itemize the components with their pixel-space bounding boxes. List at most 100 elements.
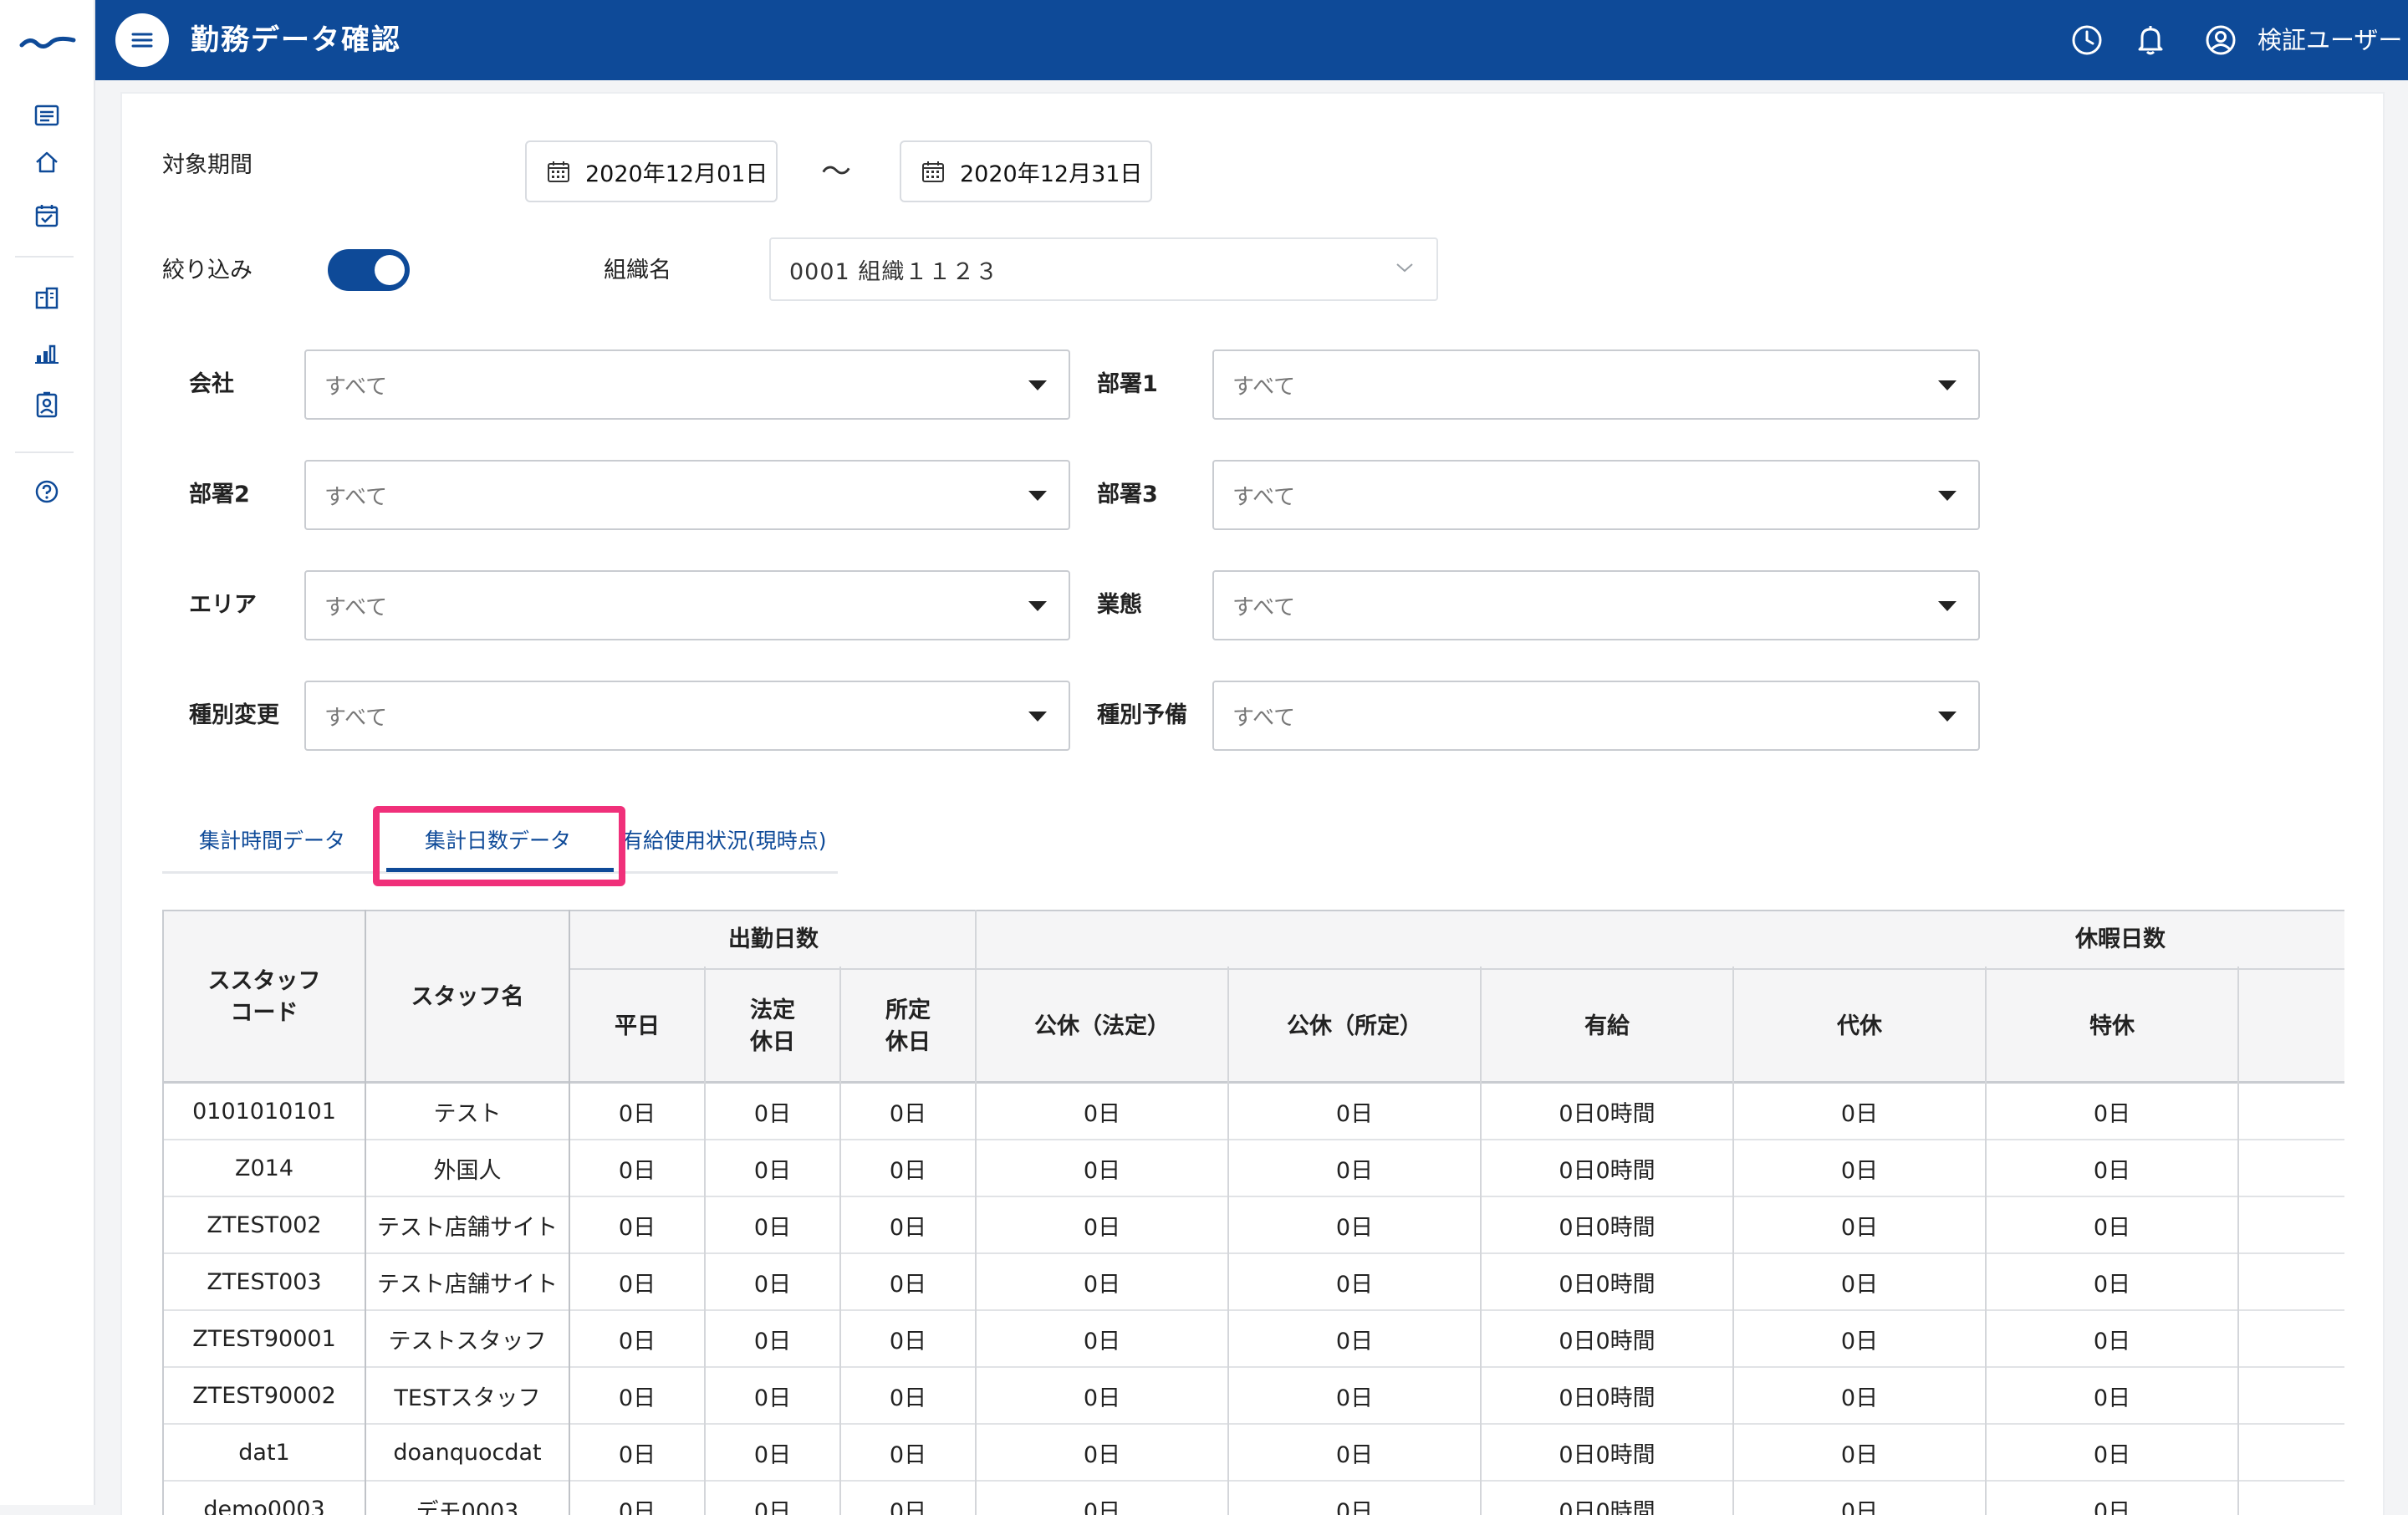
table-header: ススタッフ コード スタッフ名 出勤日数 休暇日数 平日 法定 休日 所定 休日… (164, 910, 2344, 1084)
table-row[interactable]: ZTEST90002 TESTスタッフ 0日 0日 0日 0日 0日 0日0時間 0日 0日 (164, 1368, 2344, 1425)
cell-legal: 0日 (753, 1100, 792, 1127)
cell-pub-legal: 0日 (1083, 1214, 1121, 1241)
narrow-toggle[interactable] (328, 249, 410, 291)
home-icon[interactable] (30, 145, 64, 179)
cell-code: ZTEST90002 (192, 1382, 336, 1409)
business-select[interactable]: すべて (1212, 570, 1980, 640)
col-divider (704, 967, 706, 1515)
cell-pub-legal: 0日 (1083, 1498, 1121, 1515)
user-name[interactable]: 検証ユーザー (2258, 23, 2402, 57)
table-row[interactable]: ZTEST002 テスト店舗サイト 0日 0日 0日 0日 0日 0日0時間 0日 0日 (164, 1197, 2344, 1254)
type-change-select-value: すべて (324, 705, 388, 731)
cell-sub: 0日 (1840, 1385, 1879, 1411)
cell-paid: 0日0時間 (1559, 1100, 1656, 1127)
table-row[interactable]: dat1 doanquocdat 0日 0日 0日 0日 0日 0日0時間 0日 0日 (164, 1425, 2344, 1482)
table-row[interactable]: ZTEST90001 テストスタッフ 0日 0日 0日 0日 0日 0日0時間 0日 0日 (164, 1311, 2344, 1368)
page-title: 勤務データ確認 (191, 23, 401, 57)
table-row[interactable]: 0101010101 テスト 0日 0日 0日 0日 0日 0日0時間 0日 0日 (164, 1084, 2344, 1140)
col-divider (365, 910, 366, 1515)
date-from-picker[interactable]: 2020年12月01日 (525, 140, 778, 202)
bell-icon[interactable] (2132, 22, 2169, 59)
cell-weekday: 0日 (618, 1214, 656, 1241)
dept3-select[interactable]: すべて (1212, 460, 1980, 530)
header-scheduled-holiday: 所定 休日 (885, 997, 931, 1055)
cell-paid: 0日0時間 (1559, 1441, 1656, 1468)
cell-code: demo0003 (203, 1496, 325, 1515)
calendar-check-icon[interactable] (30, 199, 64, 232)
header-substitute: 代休 (1837, 1013, 1882, 1039)
main-panel: 対象期間 2020年12月01日 〜 2020年12月31日 絞り込み 組織名 … (122, 94, 2383, 1515)
cell-scheduled: 0日 (889, 1328, 927, 1354)
cell-weekday: 0日 (618, 1157, 656, 1184)
dept1-select[interactable]: すべて (1212, 349, 1980, 420)
caret-down-icon (1028, 491, 1047, 501)
bar-chart-icon[interactable] (30, 336, 64, 370)
table-row[interactable]: ZTEST003 テスト店舗サイト 0日 0日 0日 0日 0日 0日0時間 0日 0日 (164, 1254, 2344, 1311)
chevron-down-icon (1396, 263, 1413, 273)
area-select-value: すべて (324, 594, 388, 620)
area-select[interactable]: すべて (304, 570, 1070, 640)
clock-icon[interactable] (2069, 22, 2105, 59)
rail-divider (15, 451, 74, 453)
area-label: エリア (189, 592, 257, 618)
type-change-label: 種別変更 (189, 702, 279, 728)
help-icon[interactable] (30, 475, 64, 508)
business-label: 業態 (1097, 592, 1142, 618)
hamburger-menu-button[interactable] (115, 13, 169, 67)
cell-legal: 0日 (753, 1441, 792, 1468)
cell-special: 0日 (2093, 1214, 2131, 1241)
cell-pub-sched: 0日 (1335, 1100, 1374, 1127)
type-reserve-label: 種別予備 (1097, 702, 1187, 728)
side-nav (0, 0, 95, 1505)
cell-sub: 0日 (1840, 1157, 1879, 1184)
dept2-select[interactable]: すべて (304, 460, 1070, 530)
col-divider (1480, 967, 1482, 1515)
header-paid: 有給 (1584, 1013, 1630, 1039)
company-select[interactable]: すべて (304, 349, 1070, 420)
cell-name: TESTスタッフ (394, 1385, 541, 1411)
cell-weekday: 0日 (618, 1271, 656, 1298)
type-change-select[interactable]: すべて (304, 681, 1070, 751)
dept3-select-value: すべて (1232, 484, 1296, 510)
type-reserve-select[interactable]: すべて (1212, 681, 1980, 751)
cell-weekday: 0日 (618, 1385, 656, 1411)
top-bar: 勤務データ確認 検証ユーザー (95, 0, 2408, 80)
cell-code: Z014 (234, 1155, 294, 1181)
org-label: 組織名 (604, 258, 671, 283)
org-select[interactable]: 0001 組織１１２３ (769, 237, 1438, 301)
cell-pub-legal: 0日 (1083, 1157, 1121, 1184)
cell-legal: 0日 (753, 1498, 792, 1515)
table-row[interactable]: demo0003 デモ0003 0日 0日 0日 0日 0日 0日0時間 0日 0日 (164, 1482, 2344, 1515)
date-to-picker[interactable]: 2020年12月31日 (900, 140, 1152, 202)
cell-pub-legal: 0日 (1083, 1271, 1121, 1298)
tab-paid-leave-status[interactable]: 有給使用状況(現時点) (622, 826, 827, 856)
cell-scheduled: 0日 (889, 1100, 927, 1127)
table-row[interactable]: Z014 外国人 0日 0日 0日 0日 0日 0日0時間 0日 0日 (164, 1140, 2344, 1197)
cell-code: ZTEST003 (207, 1268, 322, 1295)
cell-pub-sched: 0日 (1335, 1385, 1374, 1411)
attendance-days-table: ススタッフ コード スタッフ名 出勤日数 休暇日数 平日 法定 休日 所定 休日… (162, 910, 2344, 1515)
cell-special: 0日 (2093, 1157, 2131, 1184)
header-weekday: 平日 (615, 1013, 660, 1039)
cell-name: doanquocdat (393, 1439, 542, 1466)
caret-down-icon (1938, 491, 1956, 501)
header-public-scheduled: 公休（所定） (1287, 1013, 1422, 1039)
date-from-value: 2020年12月01日 (585, 161, 768, 187)
period-label: 対象期間 (162, 152, 253, 178)
col-divider (1227, 967, 1229, 1515)
cell-scheduled: 0日 (889, 1385, 927, 1411)
cell-name: テスト店舗サイト (377, 1271, 558, 1298)
header-attendance-days: 出勤日数 (728, 926, 819, 952)
list-icon[interactable] (30, 99, 64, 132)
building-icon[interactable] (30, 281, 64, 314)
cell-scheduled: 0日 (889, 1271, 927, 1298)
id-badge-icon[interactable] (30, 388, 64, 421)
cell-special: 0日 (2093, 1271, 2131, 1298)
tab-aggregate-hours[interactable]: 集計時間データ (199, 826, 345, 856)
caret-down-icon (1938, 380, 1956, 390)
company-select-value: すべて (324, 374, 388, 400)
user-avatar-icon[interactable] (2202, 22, 2239, 59)
type-reserve-select-value: すべて (1232, 705, 1296, 731)
highlight-annotation (373, 806, 625, 886)
header-special: 特休 (2089, 1013, 2135, 1039)
